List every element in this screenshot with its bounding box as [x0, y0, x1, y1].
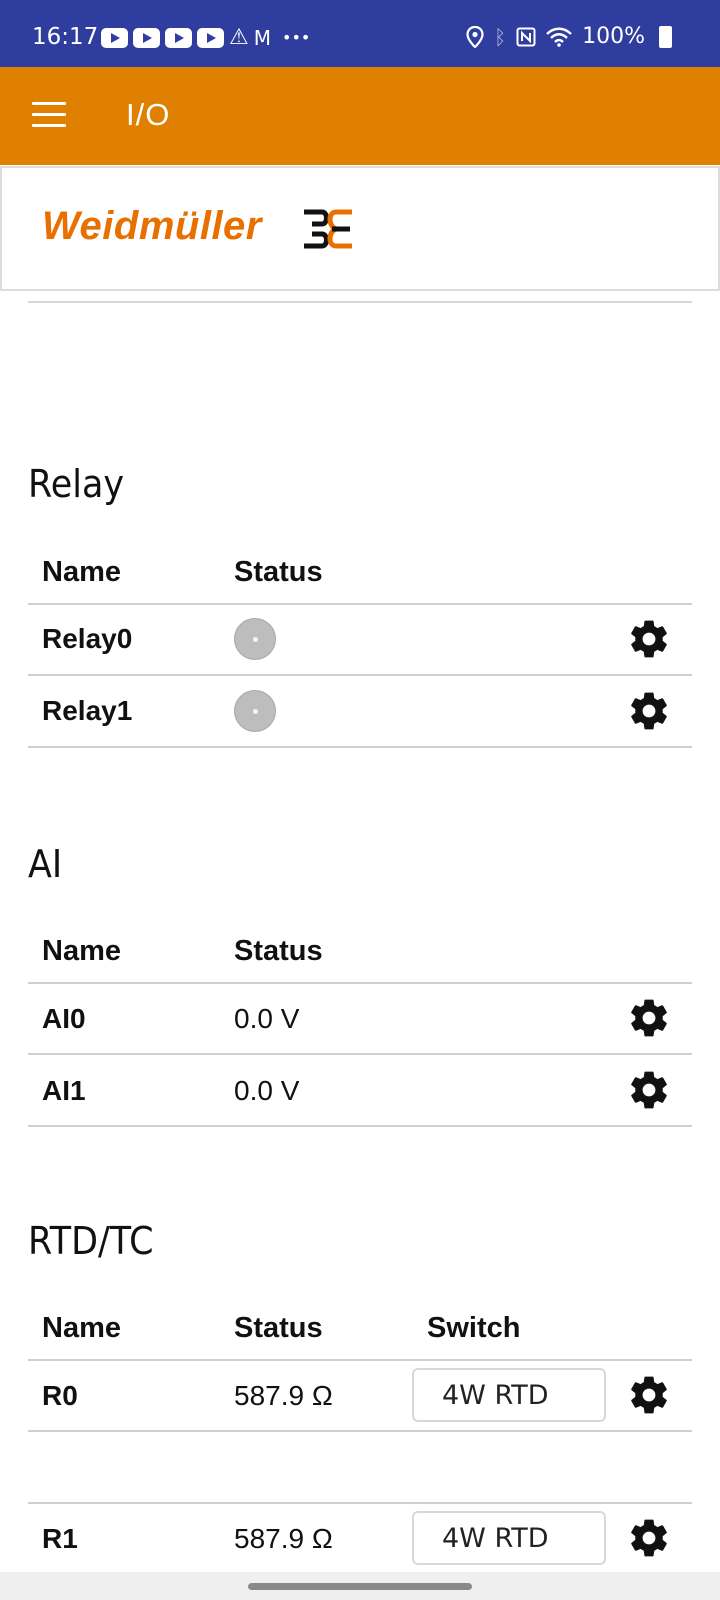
rtd-switch-select[interactable]: 4W RTD: [412, 1511, 606, 1565]
nfc-icon: [516, 27, 536, 46]
gear-icon[interactable]: [627, 996, 671, 1040]
ai-row-status: 0.0 V: [234, 1075, 300, 1106]
youtube-icon: [165, 28, 192, 48]
brand-logo-text: Weidmüller: [42, 204, 262, 248]
logo-banner: Weidmüller: [0, 166, 720, 291]
relay0-status-indicator: [234, 618, 276, 660]
relay-section-title: Relay: [28, 462, 125, 506]
location-icon: [466, 25, 484, 48]
brand-logo-icon: [304, 209, 352, 249]
status-time: 16:17: [32, 24, 99, 50]
relay-row-name: Relay0: [42, 623, 133, 654]
divider: [28, 1359, 692, 1361]
relay-header-name: Name: [42, 556, 121, 588]
menu-icon[interactable]: [32, 102, 66, 128]
rtd-header-switch: Switch: [427, 1312, 521, 1344]
rtd-header-status: Status: [234, 1312, 323, 1344]
bluetooth-icon: ᛒ: [494, 24, 507, 49]
youtube-icon: [133, 28, 160, 48]
system-nav-bar: [0, 1572, 720, 1600]
battery-icon: [659, 25, 672, 48]
divider: [28, 301, 692, 303]
rtd-switch-select[interactable]: 4W RTD: [412, 1368, 606, 1422]
system-icons: ᛒ 100%: [466, 24, 672, 49]
ai-row-status: 0.0 V: [234, 1003, 300, 1034]
battery-percent: 100%: [582, 24, 645, 49]
rtd-row-status: 587.9 Ω: [234, 1523, 333, 1554]
divider: [28, 1430, 692, 1432]
ai-row-name: AI0: [42, 1003, 86, 1034]
divider: [28, 1125, 692, 1127]
gear-icon[interactable]: [627, 1068, 671, 1112]
youtube-icon: [197, 28, 224, 48]
ai-header-name: Name: [42, 935, 121, 967]
gmail-icon: M: [253, 26, 271, 50]
status-bar: 16:17 ⚠ M ••• ᛒ 100%: [0, 0, 720, 67]
ai-header-status: Status: [234, 935, 323, 967]
divider: [28, 603, 692, 605]
rtd-row-name: R1: [42, 1523, 78, 1554]
gear-icon[interactable]: [627, 1516, 671, 1560]
relay-header-status: Status: [234, 556, 323, 588]
wifi-icon: [546, 27, 572, 47]
gear-icon[interactable]: [627, 617, 671, 661]
divider: [28, 982, 692, 984]
notification-icons: ⚠ M •••: [101, 27, 310, 49]
gear-icon[interactable]: [627, 1373, 671, 1417]
divider: [28, 746, 692, 748]
rtd-header-name: Name: [42, 1312, 121, 1344]
more-icon: •••: [282, 28, 311, 47]
warning-icon: ⚠: [229, 25, 249, 50]
divider: [28, 1502, 692, 1504]
ai-row-name: AI1: [42, 1075, 86, 1106]
app-bar: I/O: [0, 67, 720, 165]
relay1-status-indicator: [234, 690, 276, 732]
home-gesture-handle[interactable]: [248, 1583, 472, 1590]
page-title: I/O: [126, 97, 171, 132]
youtube-icon: [101, 28, 128, 48]
rtd-row-status: 587.9 Ω: [234, 1380, 333, 1411]
divider: [28, 674, 692, 676]
gear-icon[interactable]: [627, 689, 671, 733]
relay-row-name: Relay1: [42, 695, 133, 726]
rtd-section-title: RTD/TC: [28, 1219, 154, 1263]
rtd-row-name: R0: [42, 1380, 78, 1411]
divider: [28, 1053, 692, 1055]
ai-section-title: AI: [28, 842, 63, 886]
